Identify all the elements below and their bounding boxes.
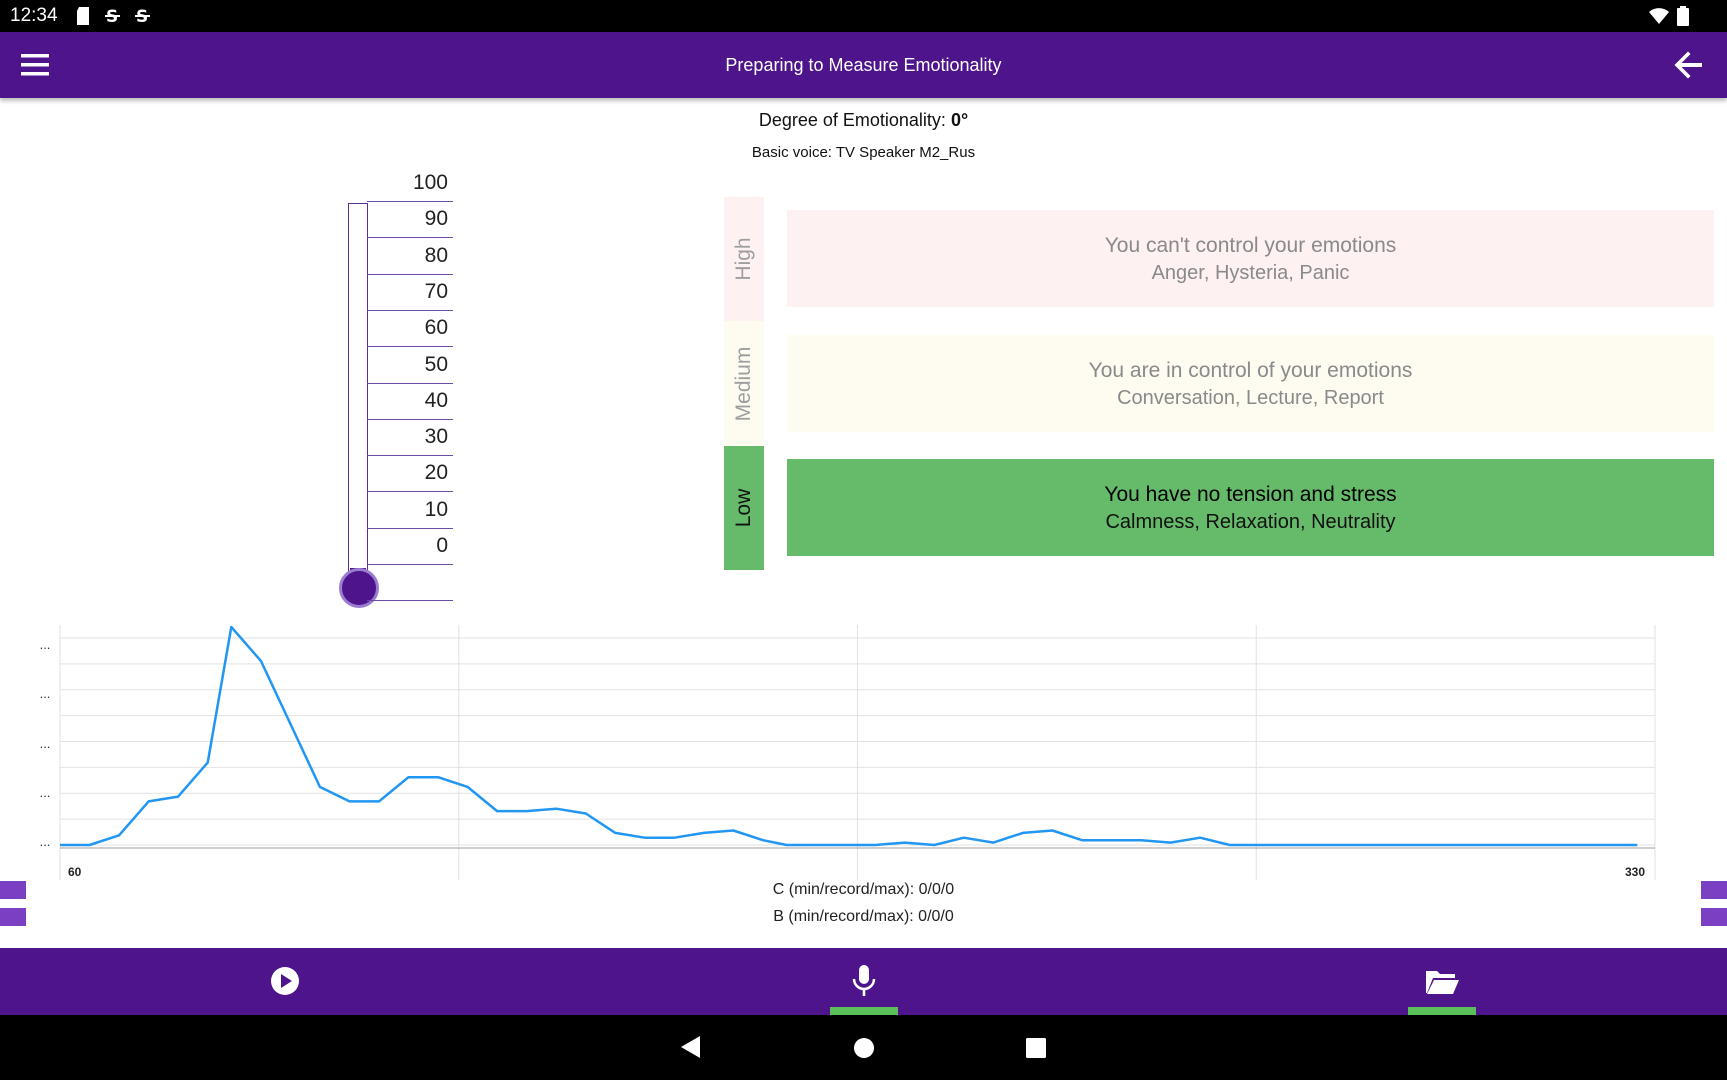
thermometer-tick-line <box>367 455 453 457</box>
nav-home-icon[interactable] <box>853 1037 875 1059</box>
thermometer-tick-label: 100 <box>412 171 448 194</box>
folder-open-icon <box>1426 971 1459 994</box>
thermometer-tick-line <box>367 418 453 420</box>
thermometer-tick-label: 40 <box>424 388 448 412</box>
chart-x-tick-label: 60 <box>68 865 82 879</box>
thermometer-tick-label: 80 <box>424 243 448 267</box>
s-app-icon: S <box>135 7 150 26</box>
thermometer-tick-label: 70 <box>424 279 448 303</box>
thermometer-tick-line <box>367 491 453 493</box>
level-title: You are in control of your emotions <box>1088 359 1413 382</box>
chart-x-tick-label: 330 <box>1625 865 1645 879</box>
emotion-chart: ............... 60 330 <box>0 615 1727 885</box>
thermometer-tick-line <box>367 309 453 311</box>
status-time: 12:34 <box>10 5 58 26</box>
level-tab-low: Low <box>724 446 764 570</box>
chart-y-tick-label: ... <box>40 637 51 652</box>
chart-y-tick-label: ... <box>40 686 51 701</box>
thermometer-tick-label: 10 <box>424 497 448 521</box>
level-tab-label: Low <box>732 488 755 528</box>
degree-of-emotionality: Degree of Emotionality: 0° <box>0 110 1727 131</box>
right-handle-top[interactable] <box>1701 881 1727 899</box>
thermometer-tick-line <box>367 273 453 275</box>
thermometer-tick-line <box>367 346 453 348</box>
thermometer-tick-label: 90 <box>424 207 448 231</box>
stat-b: B (min/record/max): 0/0/0 <box>773 908 954 925</box>
thermometer-tick-label: 20 <box>424 461 448 485</box>
level-tab-high: High <box>724 197 764 321</box>
thermometer-tube <box>348 203 368 573</box>
thermometer-tick-label: 50 <box>424 352 448 376</box>
system-nav-bar <box>0 1015 1727 1080</box>
left-handle-top[interactable] <box>0 881 26 899</box>
folder-active-indicator <box>1408 1007 1476 1015</box>
thermometer: 100 90 80 70 60 50 40 30 20 10 0 <box>330 171 480 618</box>
emotion-chart-svg: ............... 60 330 <box>40 625 1656 880</box>
thermometer-bulb <box>339 568 379 608</box>
play-button[interactable] <box>225 948 345 1015</box>
nav-back-icon[interactable] <box>680 1035 702 1059</box>
thermometer-tick-label: 60 <box>424 316 448 340</box>
thermometer-tick-line <box>367 237 453 239</box>
wifi-icon <box>1649 8 1669 24</box>
play-circle-icon <box>271 967 299 995</box>
level-tab-label: Medium <box>732 346 755 421</box>
stat-c: C (min/record/max): 0/0/0 <box>772 881 955 898</box>
chart-y-tick-label: ... <box>40 785 51 800</box>
level-subtitle: Anger, Hysteria, Panic <box>1151 262 1350 284</box>
level-title: You can't control your emotions <box>1104 234 1397 257</box>
record-active-indicator <box>830 1007 898 1015</box>
s-app-icon: S <box>105 7 120 26</box>
bottom-bar <box>0 948 1727 1015</box>
thermometer-tick-line <box>367 564 453 565</box>
thermometer-tick-line <box>367 527 453 529</box>
chart-y-tick-label: ... <box>40 834 51 849</box>
thermometer-tick-line <box>367 201 453 202</box>
open-folder-button[interactable] <box>1408 948 1528 1015</box>
nav-recents-icon[interactable] <box>1026 1038 1046 1058</box>
thermometer-tick-label: 30 <box>424 425 448 449</box>
level-subtitle: Conversation, Lecture, Report <box>1117 387 1384 409</box>
sd-card-icon <box>77 7 89 25</box>
arrow-back-icon[interactable] <box>1672 48 1706 82</box>
record-button[interactable] <box>830 948 950 1015</box>
chart-y-tick-label: ... <box>40 736 51 751</box>
hamburger-menu-icon[interactable] <box>18 50 52 80</box>
level-tab-medium: Medium <box>724 321 764 446</box>
left-handle-bottom[interactable] <box>0 908 26 926</box>
level-card-medium: You are in control of your emotions Conve… <box>787 335 1714 432</box>
status-bar: 12:34 S S <box>0 0 1727 32</box>
level-card-high: You can't control your emotions Anger, Hy… <box>787 210 1714 307</box>
thermometer-tick-label: 0 <box>436 534 448 557</box>
chart-series-line <box>60 625 1638 847</box>
level-card-low: You have no tension and stress Calmness, … <box>787 459 1714 556</box>
microphone-icon <box>852 965 876 996</box>
thermometer-tick-line <box>367 600 453 602</box>
right-handle-bottom[interactable] <box>1701 908 1727 926</box>
app-bar: Preparing to Measure Emotionality <box>0 32 1727 98</box>
battery-icon <box>1677 6 1689 26</box>
basic-voice: Basic voice: TV Speaker M2_Rus <box>751 144 976 161</box>
degree-value: 0° <box>950 110 969 130</box>
level-title: You have no tension and stress <box>1104 483 1397 506</box>
degree-label: Degree of Emotionality: <box>758 110 946 130</box>
thermometer-tick-line <box>367 382 453 384</box>
level-subtitle: Calmness, Relaxation, Neutrality <box>1105 511 1396 533</box>
level-tab-label: High <box>732 237 755 281</box>
page-title: Preparing to Measure Emotionality <box>725 55 1002 75</box>
